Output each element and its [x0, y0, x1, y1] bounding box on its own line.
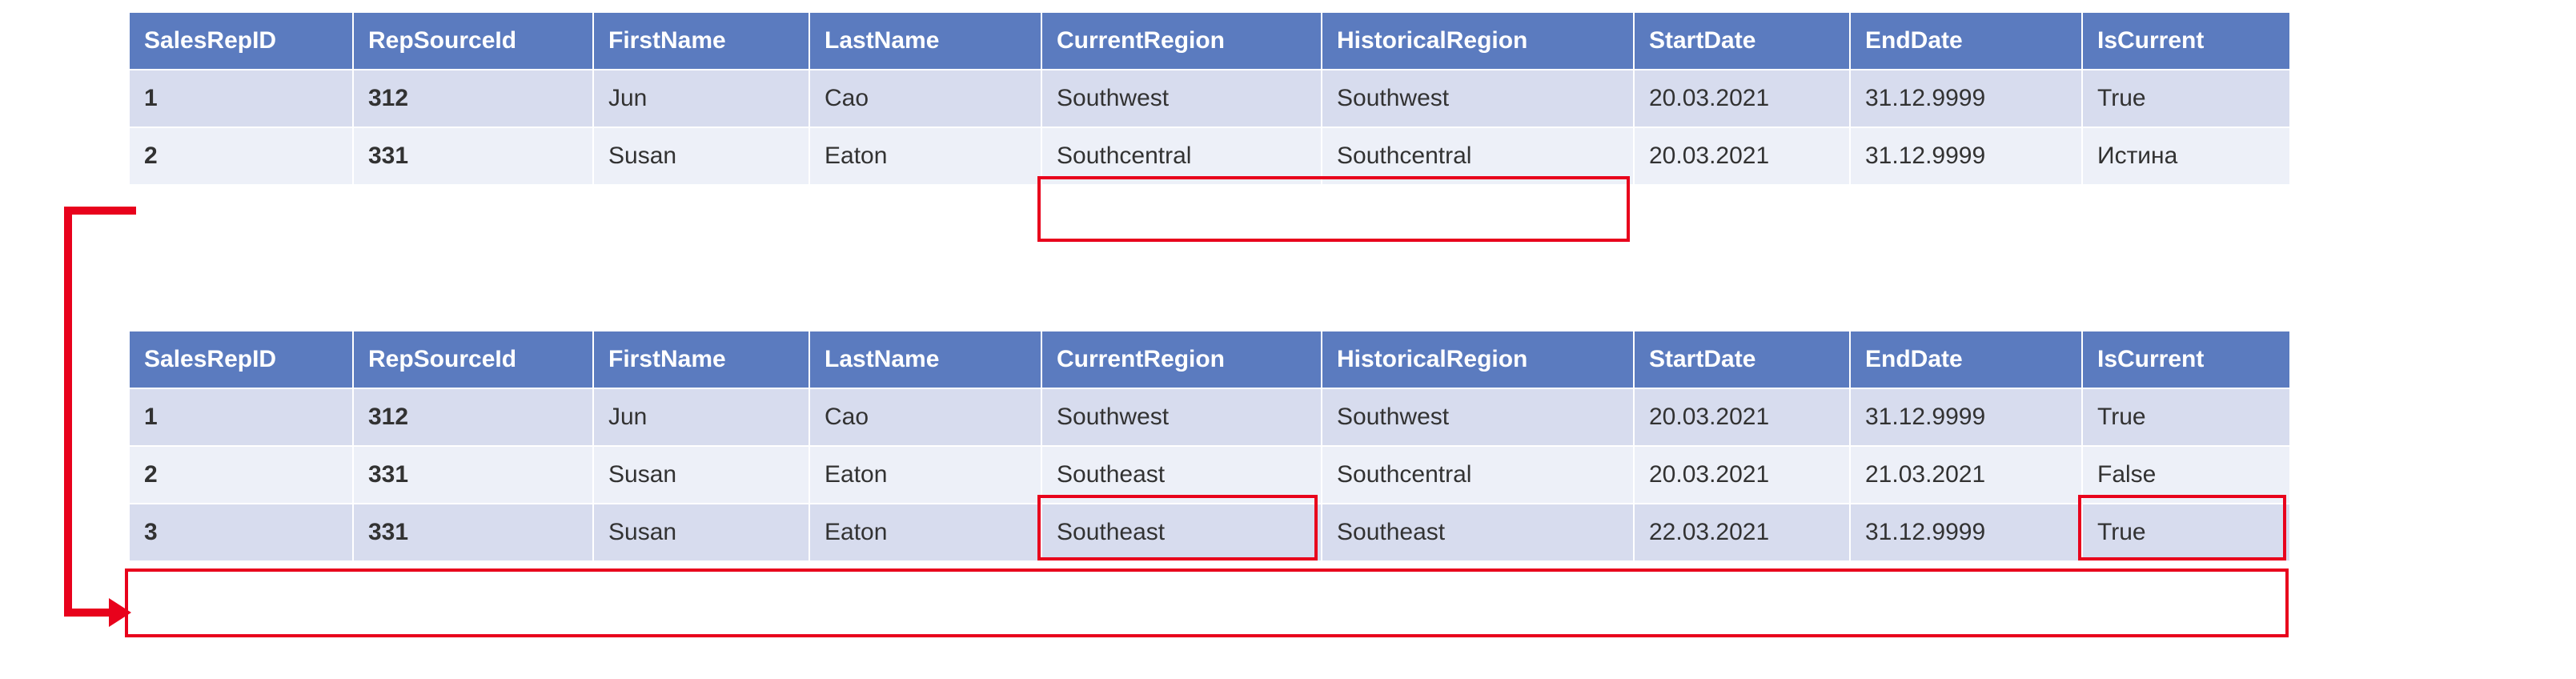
table-header-row: SalesRepIDRepSourceIdFirstNameLastNameCu…: [129, 12, 2290, 70]
arrow-segment: [64, 207, 136, 215]
table-cell: 22.03.2021: [1634, 504, 1850, 561]
col-header: RepSourceId: [353, 12, 593, 70]
table-cell: Cao: [809, 70, 1041, 127]
table-cell: Southeast: [1041, 446, 1322, 504]
table-row: 3331SusanEatonSoutheastSoutheast22.03.20…: [129, 504, 2290, 561]
table-row: 2331SusanEatonSoutheastSouthcentral20.03…: [129, 446, 2290, 504]
table-before: SalesRepIDRepSourceIdFirstNameLastNameCu…: [128, 11, 2291, 186]
col-header: LastName: [809, 331, 1041, 388]
table-cell: Eaton: [809, 127, 1041, 185]
col-header: HistoricalRegion: [1322, 12, 1634, 70]
table-cell: 21.03.2021: [1850, 446, 2082, 504]
col-header: EndDate: [1850, 12, 2082, 70]
col-header: IsCurrent: [2082, 12, 2290, 70]
table-cell: 1: [129, 70, 353, 127]
table-header-row: SalesRepIDRepSourceIdFirstNameLastNameCu…: [129, 331, 2290, 388]
arrow-segment: [64, 609, 112, 617]
table-cell: True: [2082, 388, 2290, 446]
col-header: SalesRepID: [129, 12, 353, 70]
table-cell: 31.12.9999: [1850, 127, 2082, 185]
table-cell: Southwest: [1322, 70, 1634, 127]
diagram-wrap: SalesRepIDRepSourceIdFirstNameLastNameCu…: [0, 0, 2576, 679]
table-cell: 331: [353, 127, 593, 185]
arrow-segment: [64, 207, 72, 617]
table-cell: 31.12.9999: [1850, 504, 2082, 561]
col-header: LastName: [809, 12, 1041, 70]
col-header: RepSourceId: [353, 331, 593, 388]
table-cell: 331: [353, 446, 593, 504]
table-after: SalesRepIDRepSourceIdFirstNameLastNameCu…: [128, 330, 2291, 562]
col-header: FirstName: [593, 331, 809, 388]
table-cell: Southcentral: [1322, 127, 1634, 185]
table-cell: Southwest: [1041, 388, 1322, 446]
table-cell: 20.03.2021: [1634, 70, 1850, 127]
table-cell: Susan: [593, 446, 809, 504]
arrow-head-icon: [109, 598, 131, 627]
col-header: SalesRepID: [129, 331, 353, 388]
table-cell: Jun: [593, 70, 809, 127]
table-cell: Eaton: [809, 446, 1041, 504]
col-header: EndDate: [1850, 331, 2082, 388]
table-cell: Southcentral: [1322, 446, 1634, 504]
table-cell: Southwest: [1322, 388, 1634, 446]
table-cell: Eaton: [809, 504, 1041, 561]
table-cell: 331: [353, 504, 593, 561]
table-cell: True: [2082, 70, 2290, 127]
table-cell: 20.03.2021: [1634, 446, 1850, 504]
table-cell: Susan: [593, 127, 809, 185]
table-cell: 2: [129, 446, 353, 504]
table-cell: Истина: [2082, 127, 2290, 185]
table-cell: Cao: [809, 388, 1041, 446]
table-row: 2331SusanEatonSouthcentralSouthcentral20…: [129, 127, 2290, 185]
table-cell: 3: [129, 504, 353, 561]
table-cell: 20.03.2021: [1634, 127, 1850, 185]
col-header: StartDate: [1634, 12, 1850, 70]
col-header: FirstName: [593, 12, 809, 70]
col-header: CurrentRegion: [1041, 331, 1322, 388]
highlight-box: [1037, 176, 1630, 242]
table-cell: Jun: [593, 388, 809, 446]
table-row: 1312JunCaoSouthwestSouthwest20.03.202131…: [129, 70, 2290, 127]
col-header: StartDate: [1634, 331, 1850, 388]
table-cell: 2: [129, 127, 353, 185]
table-cell: 31.12.9999: [1850, 70, 2082, 127]
table-cell: 1: [129, 388, 353, 446]
table-row: 1312JunCaoSouthwestSouthwest20.03.202131…: [129, 388, 2290, 446]
table-cell: 31.12.9999: [1850, 388, 2082, 446]
col-header: IsCurrent: [2082, 331, 2290, 388]
highlight-box: [125, 569, 2289, 637]
table-cell: 20.03.2021: [1634, 388, 1850, 446]
table-cell: False: [2082, 446, 2290, 504]
table-cell: Southcentral: [1041, 127, 1322, 185]
col-header: HistoricalRegion: [1322, 331, 1634, 388]
table-cell: Southeast: [1322, 504, 1634, 561]
table-cell: True: [2082, 504, 2290, 561]
table-cell: Southwest: [1041, 70, 1322, 127]
table-cell: 312: [353, 70, 593, 127]
table-cell: 312: [353, 388, 593, 446]
table-cell: Susan: [593, 504, 809, 561]
table-cell: Southeast: [1041, 504, 1322, 561]
col-header: CurrentRegion: [1041, 12, 1322, 70]
